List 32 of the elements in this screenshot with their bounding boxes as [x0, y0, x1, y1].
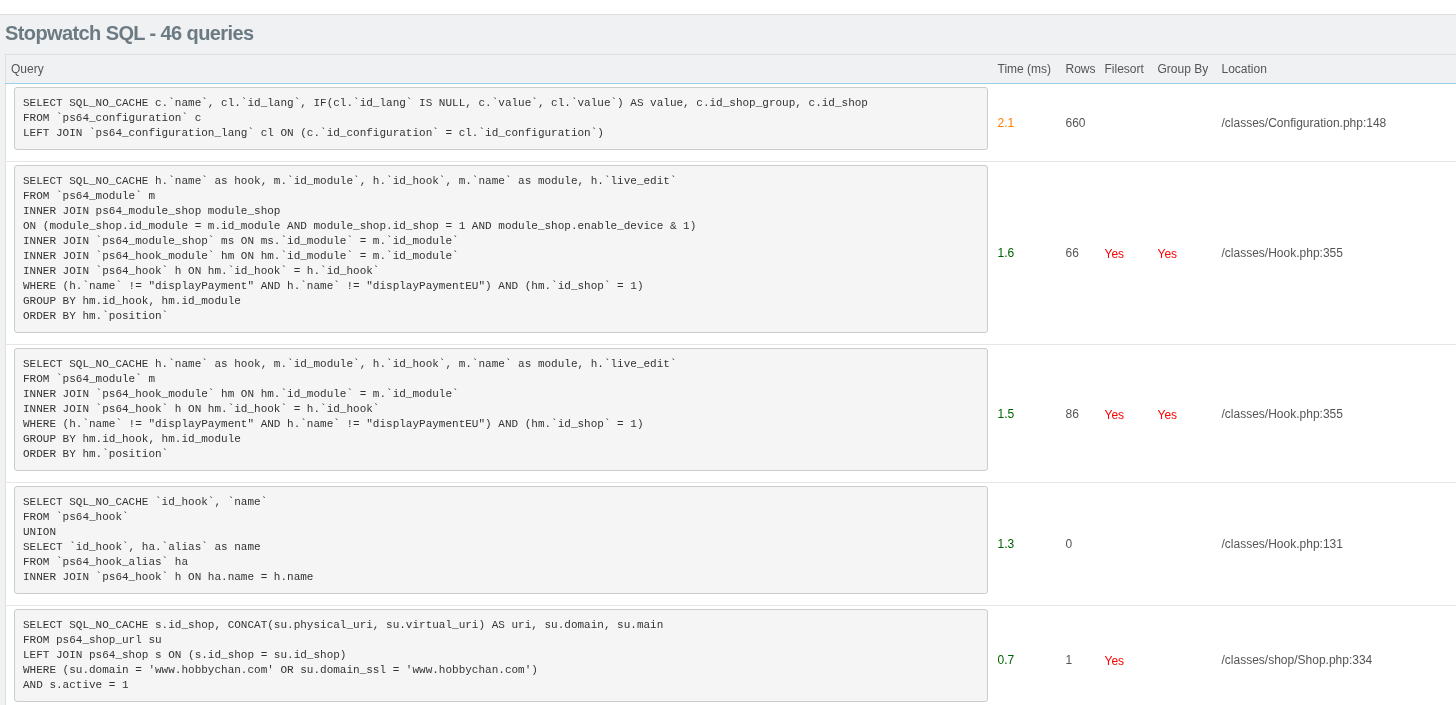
row-count: 86 [1065, 406, 1079, 421]
column-header: Rows [1065, 62, 1096, 76]
flag-label: Yes [1157, 247, 1178, 261]
location-path: /classes/Hook.php:355 [1221, 406, 1343, 421]
location-path: /classes/Hook.php:355 [1221, 246, 1343, 260]
sql-code-block: SELECT SQL_NO_CACHE h.`name` as hook, m.`id_module`, h.`id_hook`, m.`name` as module, h.`live_edit` FROM `ps64_module` m INNER JOIN `ps64_hook_module` hm ON hm.`id_module` = m.`id_module` INNER JOIN `ps64_hook` h ON hm.`id_hook` = h.`id_hook` WHERE (h.`name` != "displayPayment" AND h.`name` != "displayPaymentEU") AND (hm.`id_shop` = 1) GROUP BY hm.id_hook, hm.id_module ORDER BY hm.`position` [14, 348, 988, 471]
column-header: Filesort [1104, 62, 1144, 76]
row-count: 660 [1065, 115, 1086, 130]
column-header: Location [1221, 62, 1267, 76]
location-path: /classes/shop/Shop.php:334 [1221, 652, 1373, 667]
row-count: 0 [1065, 537, 1073, 551]
location-path: /classes/Configuration.php:148 [1221, 115, 1387, 130]
column-header: Time (ms) [997, 62, 1052, 76]
sql-code-block: SELECT SQL_NO_CACHE c.`name`, cl.`id_lang`, IF(cl.`id_lang` IS NULL, c.`value`, cl.`value`) AS value, c.id_shop_group, c.id_shop FROM `ps64_configuration` c LEFT JOIN `ps64_configuration_lang` cl ON (c.`id_configuration` = cl.`id_configuration`) [14, 87, 988, 150]
sql-code-block: SELECT SQL_NO_CACHE `id_hook`, `name` FROM `ps64_hook` UNION SELECT `id_hook`, ha.`alias` as name FROM `ps64_hook_alias` ha INNER JOIN `ps64_hook` h ON ha.name = h.name [14, 486, 988, 594]
sql-code-block: SELECT SQL_NO_CACHE s.id_shop, CONCAT(su.physical_uri, su.virtual_uri) AS uri, su.domain, su.main FROM ps64_shop_url su LEFT JOIN ps64_shop s ON (s.id_shop = su.id_shop) WHERE (su.domain = 'www.hobbychan.com' OR su.domain_ssl = 'www.hobbychan.com') AND s.active = 1 [14, 609, 988, 702]
time-value: 1.3 [997, 537, 1015, 551]
time-value: 0.7 [997, 652, 1015, 667]
column-header: Query [11, 62, 44, 76]
page-title: Stopwatch SQL - 46 queries [5, 21, 254, 46]
flag-label: Yes [1104, 407, 1125, 422]
flag-label: Yes [1157, 407, 1178, 422]
time-value: 1.5 [997, 406, 1015, 421]
row-count: 66 [1065, 246, 1079, 260]
location-path: /classes/Hook.php:131 [1221, 537, 1343, 551]
flag-label: Yes [1104, 247, 1125, 261]
time-value: 2.1 [997, 115, 1015, 130]
sql-code-block: SELECT SQL_NO_CACHE h.`name` as hook, m.`id_module`, h.`id_hook`, m.`name` as module, h.`live_edit` FROM `ps64_module` m INNER JOIN ps64_module_shop module_shop ON (module_shop.id_module = m.id_module AND module_shop.id_shop = 1 AND module_shop.enable_device & 1) INNER JOIN `ps64_module_shop` ms ON ms.`id_module` = m.`id_module` INNER JOIN `ps64_hook_module` hm ON hm.`id_module` = m.`id_module` INNER JOIN `ps64_hook` h ON hm.`id_hook` = h.`id_hook` WHERE (h.`name` != "displayPayment" AND h.`name` != "displayPaymentEU") AND (hm.`id_shop` = 1) GROUP BY hm.id_hook, hm.id_module ORDER BY hm.`position` [14, 165, 988, 333]
row-count: 1 [1065, 652, 1073, 667]
time-value: 1.6 [997, 246, 1015, 260]
column-header: Group By [1157, 62, 1209, 76]
flag-label: Yes [1104, 653, 1125, 668]
